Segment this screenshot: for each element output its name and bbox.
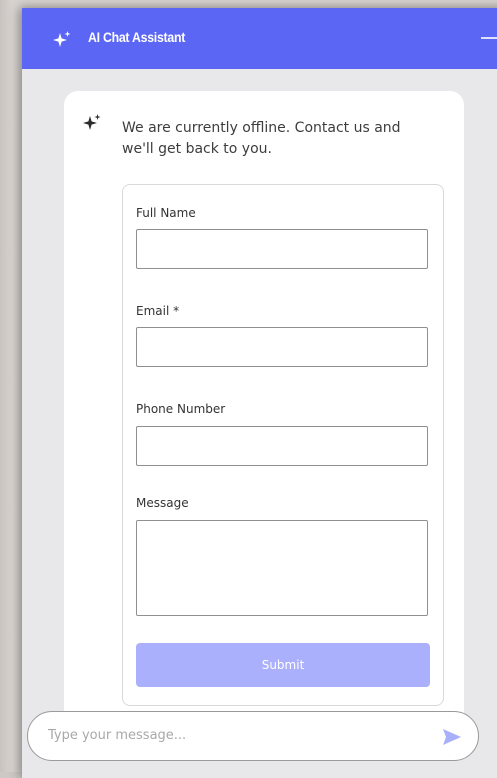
chat-header: AI Chat Assistant <box>22 8 497 69</box>
message-card: We are currently offline. Contact us and… <box>64 91 464 731</box>
full-name-label: Full Name <box>136 206 196 220</box>
message-input[interactable]: Type your message... <box>48 728 186 743</box>
chat-widget: AI Chat Assistant We are currently offli… <box>22 8 497 778</box>
sparkle-icon <box>53 31 71 47</box>
full-name-input[interactable] <box>136 229 428 269</box>
message-textarea[interactable] <box>136 520 428 616</box>
email-label: Email * <box>136 304 180 318</box>
message-composer[interactable]: Type your message... <box>27 711 479 761</box>
phone-input[interactable] <box>136 426 428 466</box>
phone-label: Phone Number <box>136 402 226 416</box>
submit-button[interactable]: Submit <box>136 643 430 687</box>
chat-title: AI Chat Assistant <box>88 29 186 45</box>
message-label: Message <box>136 496 189 510</box>
send-icon[interactable] <box>442 728 462 746</box>
offline-message: We are currently offline. Contact us and… <box>122 120 401 157</box>
email-input[interactable] <box>136 327 428 367</box>
minimize-button[interactable] <box>481 37 497 39</box>
contact-form: Full Name Email * Phone Number Message S… <box>122 184 444 706</box>
sparkle-icon <box>83 114 101 130</box>
